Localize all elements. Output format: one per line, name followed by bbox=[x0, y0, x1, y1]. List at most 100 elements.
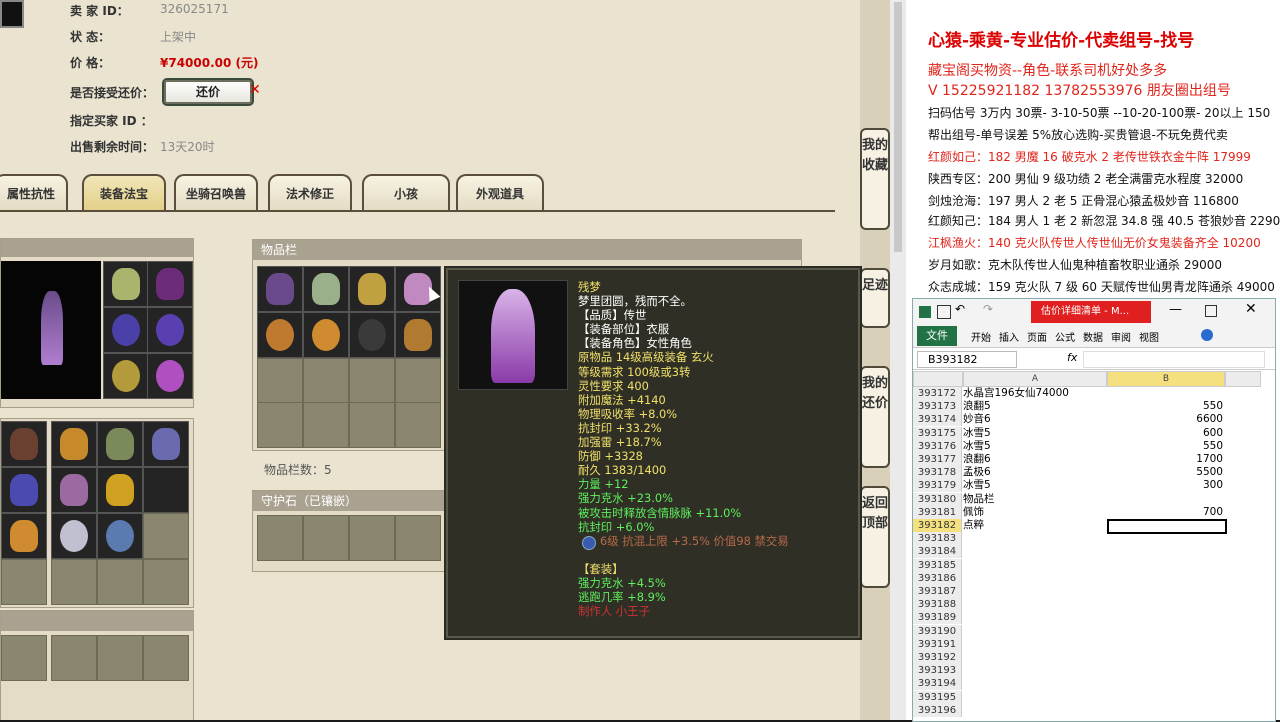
inventory-slot[interactable] bbox=[303, 312, 349, 358]
inventory-slot[interactable] bbox=[303, 402, 349, 448]
tab-appearance[interactable]: 外观道具 bbox=[456, 174, 544, 212]
table-row[interactable]: 393185 bbox=[913, 558, 1275, 572]
cell-b[interactable]: 550 bbox=[1107, 440, 1223, 453]
row-number[interactable]: 393188 bbox=[913, 598, 962, 612]
equip-slot[interactable] bbox=[147, 307, 193, 353]
inventory-slot[interactable] bbox=[395, 358, 441, 404]
row-number[interactable]: 393173 bbox=[913, 400, 962, 414]
table-row[interactable]: 393173 浪翻5 550 bbox=[913, 400, 1275, 414]
row-number[interactable]: 393179 bbox=[913, 479, 962, 493]
table-row[interactable]: 393179 冰雪5 300 bbox=[913, 479, 1275, 493]
table-row[interactable]: 393178 孟极6 5500 bbox=[913, 466, 1275, 480]
inventory-slot[interactable] bbox=[349, 312, 395, 358]
table-row[interactable]: 393174 妙音6 6600 bbox=[913, 413, 1275, 427]
table-row[interactable]: 393177 浪翻6 1700 bbox=[913, 453, 1275, 466]
table-row[interactable]: 393182 点粹 bbox=[913, 519, 1275, 534]
guard-slot[interactable] bbox=[349, 515, 395, 561]
undo-icon[interactable]: ↶ bbox=[955, 302, 965, 316]
select-all-corner[interactable] bbox=[913, 371, 963, 387]
column-a-header[interactable]: A bbox=[963, 371, 1107, 387]
minimize-icon[interactable]: — bbox=[1169, 302, 1182, 317]
cell-a[interactable]: 物品栏 bbox=[963, 493, 995, 506]
save-icon[interactable] bbox=[937, 305, 951, 319]
favorites-button[interactable]: 我的收藏 bbox=[860, 128, 890, 230]
cell-a[interactable]: 冰雪5 bbox=[963, 440, 991, 453]
row-number[interactable]: 393177 bbox=[913, 453, 962, 466]
tab-mounts[interactable]: 坐骑召唤兽 bbox=[174, 174, 258, 212]
guard-slot[interactable] bbox=[395, 515, 441, 561]
row-number[interactable]: 393176 bbox=[913, 439, 962, 453]
ribbon-tab-review[interactable]: 审阅 bbox=[1111, 329, 1131, 344]
column-b-header[interactable]: B bbox=[1107, 371, 1225, 387]
table-row[interactable]: 393192 bbox=[913, 651, 1275, 664]
tab-attributes[interactable]: 属性抗性 bbox=[0, 174, 68, 212]
cell-b[interactable]: 300 bbox=[1107, 479, 1223, 492]
row-number[interactable]: 393182 bbox=[913, 519, 962, 532]
equip-slot[interactable] bbox=[103, 307, 149, 353]
row-number[interactable]: 393184 bbox=[913, 545, 962, 559]
inventory-slot[interactable] bbox=[395, 402, 441, 448]
row-number[interactable]: 393191 bbox=[913, 637, 962, 651]
ribbon-tab-view[interactable]: 视图 bbox=[1139, 329, 1159, 344]
cell-a[interactable]: 浪翻6 bbox=[963, 453, 991, 466]
inventory-slot[interactable] bbox=[349, 402, 395, 448]
ribbon-tab-data[interactable]: 数据 bbox=[1083, 329, 1103, 344]
inventory-slot[interactable] bbox=[303, 266, 349, 312]
inventory-slot[interactable] bbox=[395, 312, 441, 358]
table-row[interactable]: 393195 bbox=[913, 690, 1275, 704]
treasure-slot[interactable] bbox=[51, 559, 97, 605]
file-tab[interactable]: 文件 bbox=[917, 326, 957, 346]
row-number[interactable]: 393187 bbox=[913, 585, 962, 598]
redo-icon[interactable]: ↷ bbox=[983, 302, 993, 316]
treasure-slot[interactable] bbox=[97, 513, 143, 559]
inventory-slot[interactable] bbox=[349, 266, 395, 312]
cell-b[interactable]: 550 bbox=[1107, 400, 1223, 413]
scrollbar[interactable] bbox=[890, 0, 906, 720]
empty-slot[interactable] bbox=[143, 635, 189, 681]
treasure-slot[interactable] bbox=[143, 559, 189, 605]
ribbon-tab-formula[interactable]: 公式 bbox=[1055, 329, 1075, 344]
guard-slot[interactable] bbox=[303, 515, 349, 561]
ribbon-tab-page[interactable]: 页面 bbox=[1027, 329, 1047, 344]
row-number[interactable]: 393181 bbox=[913, 505, 962, 519]
row-number[interactable]: 393183 bbox=[913, 532, 962, 546]
back-to-top-button[interactable]: 返回顶部 bbox=[860, 486, 890, 588]
tab-spells[interactable]: 法术修正 bbox=[268, 174, 352, 212]
close-icon[interactable]: ✕ bbox=[1245, 301, 1257, 317]
table-row[interactable]: 393187 bbox=[913, 585, 1275, 598]
cell-a[interactable]: 佩饰 bbox=[963, 506, 984, 519]
name-box[interactable]: B393182 bbox=[917, 351, 1017, 368]
row-number[interactable]: 393186 bbox=[913, 571, 962, 585]
inventory-slot[interactable] bbox=[257, 312, 303, 358]
treasure-slot[interactable] bbox=[51, 513, 97, 559]
row-number[interactable]: 393172 bbox=[913, 387, 962, 400]
treasure-slot[interactable] bbox=[97, 467, 143, 513]
cell-a[interactable]: 妙音6 bbox=[963, 413, 991, 426]
row-number[interactable]: 393194 bbox=[913, 677, 962, 691]
help-icon[interactable] bbox=[1201, 329, 1213, 341]
treasure-slot[interactable] bbox=[1, 421, 47, 467]
cell-a[interactable]: 水晶宫196女仙74000 bbox=[963, 387, 1069, 400]
inventory-slot[interactable] bbox=[257, 358, 303, 404]
table-row[interactable]: 393184 bbox=[913, 545, 1275, 559]
guard-slot[interactable] bbox=[257, 515, 303, 561]
treasure-slot[interactable] bbox=[143, 467, 189, 513]
treasure-slot[interactable] bbox=[1, 513, 47, 559]
table-row[interactable]: 393183 bbox=[913, 532, 1275, 546]
cell-b[interactable]: 5500 bbox=[1107, 466, 1223, 479]
empty-slot[interactable] bbox=[97, 635, 143, 681]
equip-slot[interactable] bbox=[103, 261, 149, 307]
cell-a[interactable]: 冰雪5 bbox=[963, 427, 991, 440]
scrollbar-thumb[interactable] bbox=[894, 2, 902, 252]
treasure-slot[interactable] bbox=[1, 559, 47, 605]
tab-child[interactable]: 小孩 bbox=[362, 174, 450, 212]
row-number[interactable]: 393185 bbox=[913, 558, 962, 572]
table-row[interactable]: 393175 冰雪5 600 bbox=[913, 426, 1275, 440]
table-row[interactable]: 393180 物品栏 bbox=[913, 492, 1275, 506]
row-number[interactable]: 393180 bbox=[913, 492, 962, 506]
counter-offer-button[interactable]: 还价 bbox=[162, 78, 254, 106]
empty-slot[interactable] bbox=[51, 635, 97, 681]
maximize-icon[interactable] bbox=[1205, 305, 1217, 317]
row-number[interactable]: 393196 bbox=[913, 703, 962, 717]
inventory-slot[interactable] bbox=[349, 358, 395, 404]
